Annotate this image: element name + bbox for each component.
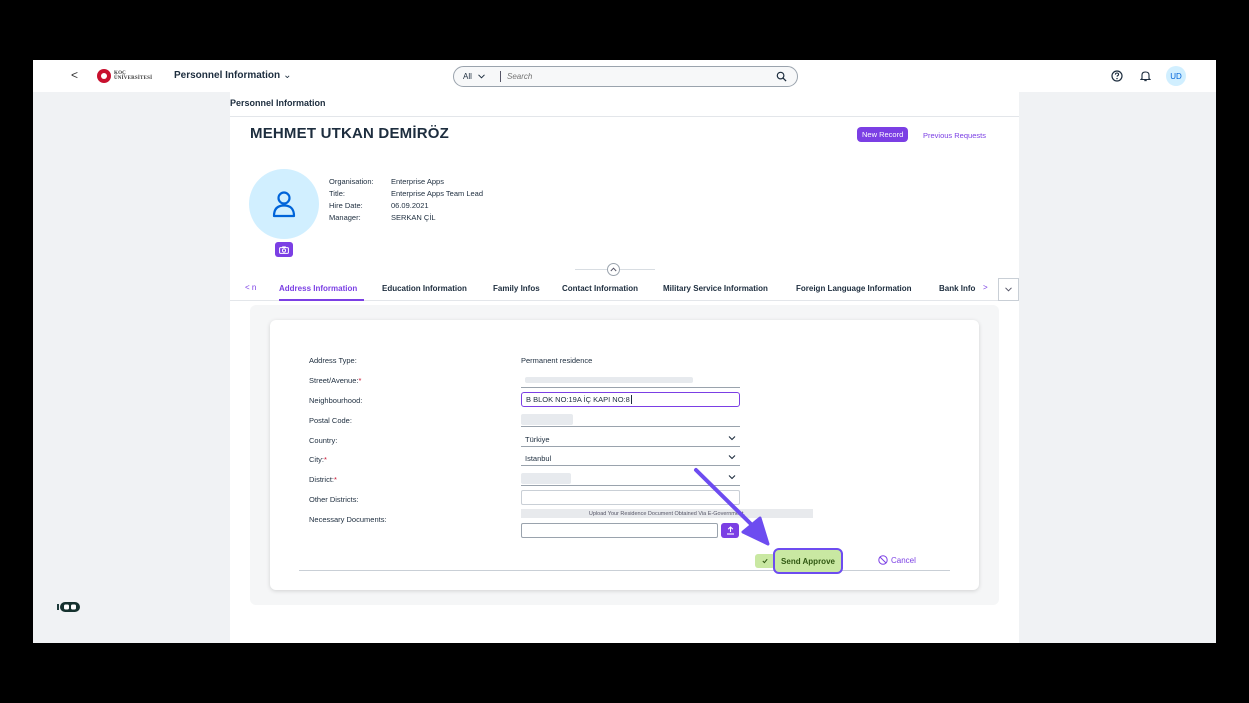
document-file-input[interactable]: [521, 523, 718, 538]
neighbourhood-input[interactable]: B BLOK NO:19A İÇ KAPI NO:8: [521, 392, 740, 407]
university-logo[interactable]: KOÇ ÜNİVERSİTESİ: [97, 69, 152, 83]
chevron-down-icon: [1005, 287, 1012, 292]
other-districts-label: Other Districts:: [309, 495, 359, 504]
upload-hint: Upload Your Residence Document Obtained …: [521, 509, 813, 518]
cancel-button[interactable]: Cancel: [878, 555, 916, 565]
street-input[interactable]: [521, 373, 740, 388]
required-mark: *: [334, 475, 337, 484]
assistant-widget-icon[interactable]: [57, 601, 81, 613]
logo-mark-icon: [97, 69, 111, 83]
district-select[interactable]: [521, 471, 740, 486]
upload-icon: [726, 526, 734, 535]
bell-icon[interactable]: [1138, 69, 1152, 83]
redacted-value: [521, 414, 573, 425]
tabs-scroll-right[interactable]: >: [983, 283, 988, 292]
screen: < KOÇ ÜNİVERSİTESİ Personnel Information…: [33, 60, 1216, 643]
address-type-label: Address Type:: [309, 356, 357, 365]
postal-code-label: Postal Code:: [309, 416, 352, 425]
cancel-icon: [878, 555, 888, 565]
postal-code-input[interactable]: [521, 412, 740, 427]
back-button[interactable]: <: [71, 68, 78, 82]
check-icon: [762, 558, 768, 564]
chevron-down-icon: [728, 436, 736, 441]
country-select[interactable]: Türkiye: [521, 432, 740, 447]
documents-label: Necessary Documents:: [309, 515, 387, 524]
logo-text-line2: ÜNİVERSİTESİ: [114, 76, 153, 81]
address-form: Address Type: Permanent residence Street…: [270, 60, 979, 643]
tabs-overflow-button[interactable]: [998, 278, 1019, 301]
form-footer-line: [299, 570, 950, 571]
address-type-value: Permanent residence: [521, 356, 593, 365]
city-select[interactable]: Istanbul: [521, 451, 740, 466]
district-label: District:: [309, 475, 334, 484]
chevron-down-icon: [728, 475, 736, 480]
upload-button[interactable]: [721, 523, 739, 538]
required-mark: *: [324, 455, 327, 464]
redacted-value: [525, 377, 693, 383]
app-title: Personnel Information: [174, 70, 281, 81]
redacted-value: [521, 473, 571, 484]
save-draft-button[interactable]: [755, 554, 775, 568]
city-label: City:: [309, 455, 324, 464]
required-mark: *: [358, 376, 362, 385]
street-label: Street/Avenue:: [309, 376, 359, 385]
text-cursor: [630, 395, 632, 404]
tabs-scroll-left[interactable]: < n: [245, 283, 256, 292]
country-label: Country:: [309, 436, 338, 445]
user-avatar[interactable]: UD: [1166, 66, 1186, 86]
neighbourhood-label: Neighbourhood:: [309, 396, 363, 405]
other-districts-input[interactable]: [521, 490, 740, 505]
send-approve-button[interactable]: Send Approve: [773, 548, 843, 574]
help-icon[interactable]: [1110, 69, 1124, 83]
chevron-down-icon: [728, 455, 736, 460]
